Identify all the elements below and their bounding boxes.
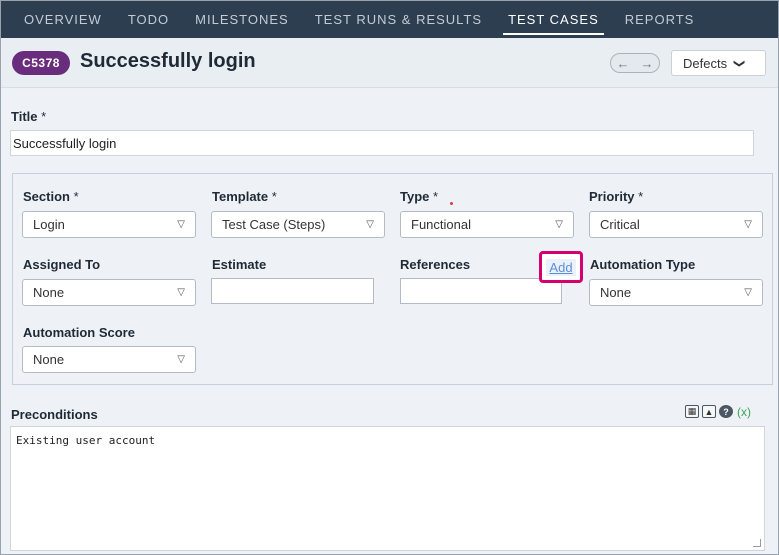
table-icon[interactable]: ▦ [685, 405, 699, 418]
required-marker: * [638, 189, 644, 204]
app-window: OVERVIEW TODO MILESTONES TEST RUNS & RES… [0, 0, 779, 555]
help-icon[interactable]: ? [719, 405, 733, 418]
image-icon[interactable]: ▲ [702, 405, 716, 418]
tab-test-cases[interactable]: TEST CASES [495, 1, 612, 38]
tab-test-runs-results[interactable]: TEST RUNS & RESULTS [302, 1, 495, 38]
template-label-text: Template [212, 189, 269, 204]
page-title: Successfully login [80, 50, 256, 72]
caret-down-icon: ▽ [177, 354, 185, 365]
section-label: Section * [23, 189, 79, 204]
title-input[interactable]: Successfully login [10, 130, 754, 156]
next-arrow-icon[interactable]: → [641, 56, 654, 71]
tab-milestones[interactable]: MILESTONES [182, 1, 302, 38]
top-navigation: OVERVIEW TODO MILESTONES TEST RUNS & RES… [1, 1, 778, 38]
preconditions-text: Existing user account [16, 434, 156, 447]
automation-type-select[interactable]: None ▽ [589, 279, 763, 306]
priority-label: Priority * [589, 189, 643, 204]
case-header: C5378 Successfully login ← → Defects ❮ [1, 38, 778, 88]
section-select[interactable]: Login ▽ [22, 211, 196, 238]
section-value: Login [33, 217, 65, 232]
previous-arrow-icon[interactable]: ← [617, 56, 630, 71]
automation-type-value: None [600, 285, 632, 300]
caret-down-icon: ▽ [366, 219, 374, 230]
add-reference-link[interactable]: Add [539, 251, 583, 283]
assigned-to-select[interactable]: None ▽ [22, 279, 196, 306]
case-navigation: ← → [610, 53, 660, 73]
defects-label: Defects [683, 55, 728, 71]
required-marker: * [73, 189, 79, 204]
assigned-to-value: None [33, 285, 65, 300]
estimate-label: Estimate [212, 257, 267, 272]
preconditions-textarea[interactable]: Existing user account [10, 426, 765, 551]
tab-reports[interactable]: REPORTS [612, 1, 708, 38]
automation-score-select[interactable]: None ▽ [22, 346, 196, 373]
section-label-text: Section [23, 189, 70, 204]
caret-down-icon: ▽ [744, 219, 752, 230]
caret-down-icon: ▽ [177, 287, 185, 298]
type-value: Functional [411, 217, 471, 232]
type-label-text: Type [400, 189, 430, 204]
tab-overview[interactable]: OVERVIEW [11, 1, 115, 38]
assigned-to-label: Assigned To [23, 257, 101, 272]
type-select[interactable]: Functional ▽ [400, 211, 574, 238]
preconditions-label: Preconditions [11, 407, 98, 422]
estimate-input[interactable] [211, 278, 374, 304]
title-label: Title * [11, 109, 46, 124]
priority-label-text: Priority [589, 189, 635, 204]
priority-select[interactable]: Critical ▽ [589, 211, 763, 238]
caret-down-icon: ▽ [555, 219, 563, 230]
references-label: References [400, 257, 471, 272]
automation-score-label: Automation Score [23, 325, 135, 340]
resize-handle-icon[interactable] [753, 539, 761, 547]
chevron-down-icon: ❮ [733, 58, 746, 68]
automation-type-label: Automation Type [590, 257, 696, 272]
required-marker: * [41, 109, 47, 124]
caret-down-icon: ▽ [744, 287, 752, 298]
template-value: Test Case (Steps) [222, 217, 326, 232]
editor-toolbar: ▦ ▲ ? (x) [685, 405, 752, 419]
caret-down-icon: ▽ [177, 219, 185, 230]
type-label: Type * [400, 189, 438, 204]
formula-icon[interactable]: (x) [736, 405, 752, 419]
required-marker: * [433, 189, 439, 204]
required-marker: * [271, 189, 277, 204]
tab-todo[interactable]: TODO [115, 1, 182, 38]
add-link-text: Add [546, 258, 576, 276]
defects-dropdown-button[interactable]: Defects ❮ [671, 50, 766, 76]
references-input[interactable] [400, 278, 562, 304]
automation-score-value: None [33, 352, 65, 367]
cursor-dot [450, 202, 453, 205]
title-label-text: Title [11, 109, 38, 124]
template-select[interactable]: Test Case (Steps) ▽ [211, 211, 385, 238]
template-label: Template * [212, 189, 277, 204]
priority-value: Critical [600, 217, 640, 232]
case-id-badge: C5378 [12, 51, 70, 75]
